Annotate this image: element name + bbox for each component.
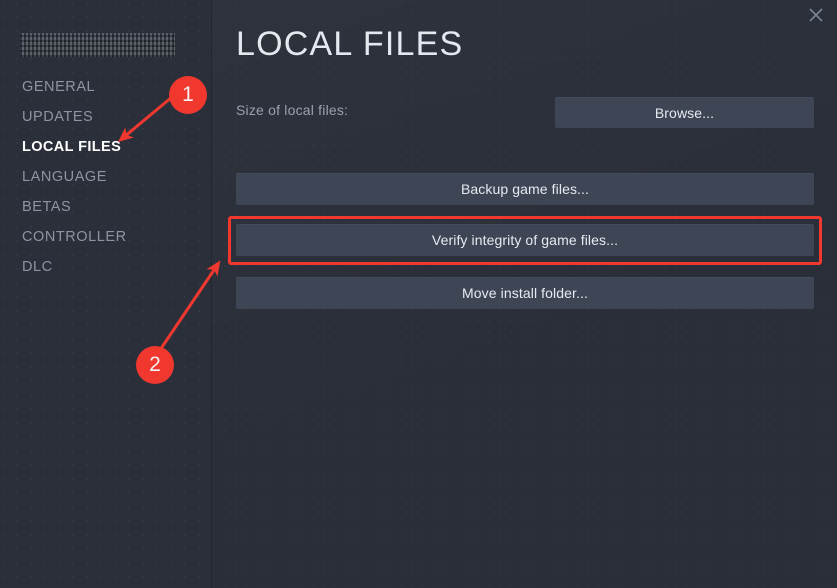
- sidebar-item-general[interactable]: GENERAL: [0, 72, 212, 102]
- sidebar-divider: [211, 0, 212, 588]
- sidebar-item-local-files[interactable]: LOCAL FILES: [0, 132, 212, 162]
- sidebar-item-label: UPDATES: [22, 109, 93, 125]
- close-icon[interactable]: [803, 2, 829, 28]
- size-of-local-files-row: Size of local files: Browse...: [236, 97, 814, 128]
- sidebar-item-label: LOCAL FILES: [22, 139, 121, 155]
- redacted-search-field[interactable]: [20, 33, 175, 57]
- sidebar-item-label: GENERAL: [22, 79, 95, 95]
- sidebar-nav: GENERAL UPDATES LOCAL FILES LANGUAGE BET…: [0, 72, 212, 282]
- sidebar-item-label: DLC: [22, 259, 53, 275]
- sidebar-item-label: BETAS: [22, 199, 71, 215]
- move-install-folder-button[interactable]: Move install folder...: [236, 277, 814, 309]
- page-title: LOCAL FILES: [236, 25, 463, 64]
- steam-game-properties-window: GENERAL UPDATES LOCAL FILES LANGUAGE BET…: [0, 0, 837, 588]
- sidebar-item-betas[interactable]: BETAS: [0, 192, 212, 222]
- sidebar-item-language[interactable]: LANGUAGE: [0, 162, 212, 192]
- main-panel: LOCAL FILES Size of local files: Browse.…: [212, 0, 837, 588]
- size-of-local-files-label: Size of local files:: [236, 102, 348, 118]
- browse-button[interactable]: Browse...: [555, 97, 814, 128]
- sidebar-item-dlc[interactable]: DLC: [0, 252, 212, 282]
- sidebar: GENERAL UPDATES LOCAL FILES LANGUAGE BET…: [0, 0, 212, 588]
- verify-integrity-of-game-files-button[interactable]: Verify integrity of game files...: [236, 224, 814, 256]
- sidebar-item-label: CONTROLLER: [22, 229, 127, 245]
- sidebar-item-label: LANGUAGE: [22, 169, 107, 185]
- backup-game-files-button[interactable]: Backup game files...: [236, 173, 814, 205]
- sidebar-item-updates[interactable]: UPDATES: [0, 102, 212, 132]
- sidebar-item-controller[interactable]: CONTROLLER: [0, 222, 212, 252]
